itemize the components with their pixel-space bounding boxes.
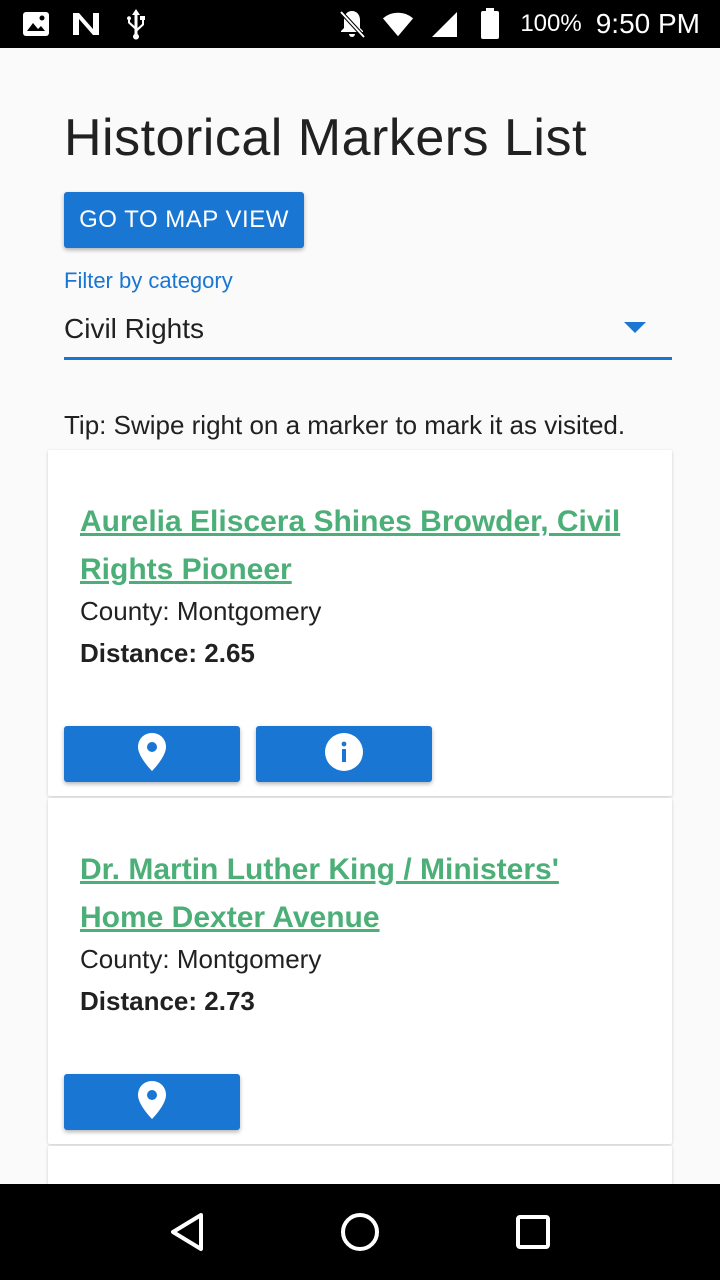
recents-icon[interactable] [509,1208,557,1256]
map-pin-icon [137,1080,167,1125]
marker-name-link[interactable]: Dr. Martin Luther King / Ministers' Home… [80,846,640,942]
marker-county: County: Montgomery [80,596,322,626]
info-icon [324,732,364,777]
marker-distance: Distance: 2.65 [80,638,255,668]
marker-card[interactable]: Aurelia Eliscera Shines Browder, Civil R… [48,450,672,796]
marker-name-link[interactable]: Aurelia Eliscera Shines Browder, Civil R… [80,498,640,594]
page-title: Historical Markers List [64,109,587,167]
filter-label: Filter by category [64,268,233,293]
battery-icon [474,8,506,40]
category-filter-select[interactable]: Civil Rights [64,300,672,360]
status-bar: 100% 9:50 PM [0,0,720,48]
home-icon[interactable] [336,1208,384,1256]
image-icon [20,8,52,40]
go-to-map-view-button[interactable]: GO TO MAP VIEW [64,192,304,248]
show-on-map-button[interactable] [64,1074,240,1130]
wifi-icon [382,8,414,40]
bell-off-icon [336,8,368,40]
battery-percent: 100% [520,10,582,37]
back-icon[interactable] [163,1208,211,1256]
marker-distance: Distance: 2.73 [80,986,255,1016]
category-filter-value: Civil Rights [64,312,205,344]
marker-card[interactable] [48,1146,672,1184]
n-icon [70,8,102,40]
navigation-bar [0,1184,720,1280]
swipe-tip: Tip: Swipe right on a marker to mark it … [64,410,626,440]
marker-info-button[interactable] [256,726,432,782]
signal-icon [428,8,460,40]
main-content: Historical Markers List GO TO MAP VIEW F… [0,48,720,1184]
marker-county: County: Montgomery [80,944,322,974]
usb-icon [120,8,152,40]
show-on-map-button[interactable] [64,726,240,782]
dropdown-arrow-icon [624,322,646,333]
clock: 9:50 PM [595,8,700,39]
marker-card[interactable]: Dr. Martin Luther King / Ministers' Home… [48,798,672,1144]
map-pin-icon [137,732,167,777]
